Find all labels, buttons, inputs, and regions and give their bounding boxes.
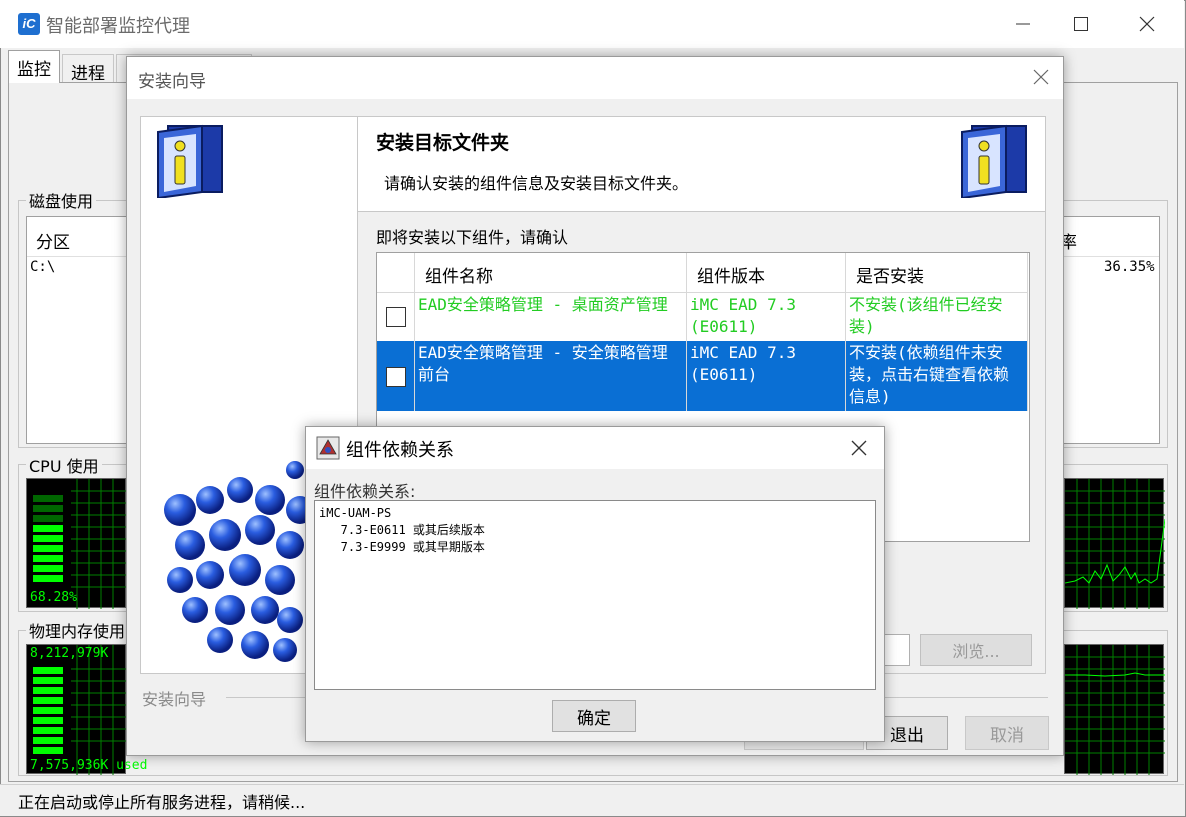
dependency-close-button[interactable] bbox=[842, 432, 876, 464]
dependency-textarea[interactable]: iMC-UAM-PS 7.3-E0611 或其后续版本 7.3-E9999 或其… bbox=[314, 500, 876, 690]
column-header-name[interactable]: 组件名称 bbox=[415, 253, 687, 293]
java-app-icon bbox=[316, 436, 340, 460]
component-version: iMC EAD 7.3 (E0611) bbox=[687, 293, 846, 341]
cancel-button[interactable]: 取消 bbox=[965, 716, 1049, 750]
info-book-icon bbox=[157, 124, 223, 198]
ok-button[interactable]: 确定 bbox=[552, 700, 636, 732]
memory-usage-label: 物理内存使用 bbox=[26, 618, 129, 642]
disk-row-partition[interactable]: C:\ bbox=[30, 259, 55, 275]
dependency-label: 组件依赖关系: bbox=[314, 482, 416, 501]
browse-button[interactable]: 浏览... bbox=[920, 634, 1032, 666]
app-logo-icon: iC bbox=[18, 13, 40, 35]
memory-used: 7,575,936K used bbox=[30, 758, 148, 773]
tab-monitor[interactable]: 监控 bbox=[8, 50, 60, 83]
cpu-usage-meter bbox=[26, 478, 127, 609]
cpu-history-chart bbox=[1064, 479, 1166, 609]
disk-row-rate: 36.35% bbox=[1104, 259, 1155, 275]
row-checkbox[interactable] bbox=[386, 307, 406, 327]
confirm-components-label: 即将安装以下组件，请确认 bbox=[376, 228, 569, 247]
minimize-icon bbox=[1016, 23, 1030, 25]
column-header-install[interactable]: 是否安装 bbox=[846, 253, 1028, 293]
component-version: iMC EAD 7.3 (E0611) bbox=[687, 341, 846, 411]
component-name: EAD安全策略管理 - 安全策略管理前台 bbox=[415, 341, 687, 411]
wizard-header-title: 安装目标文件夹 bbox=[376, 132, 510, 154]
cpu-usage-percent: 68.28% bbox=[30, 590, 77, 605]
cpu-history-graph bbox=[1064, 478, 1166, 609]
memory-usage-meter bbox=[26, 644, 127, 775]
memory-grid bbox=[33, 645, 127, 775]
close-icon bbox=[1033, 69, 1049, 85]
cpu-usage-label: CPU 使用 bbox=[26, 453, 102, 477]
component-name: EAD安全策略管理 - 桌面资产管理 bbox=[415, 293, 687, 341]
disk-column-partition[interactable]: 分区 bbox=[36, 228, 70, 253]
memory-total: 8,212,979K bbox=[30, 646, 109, 661]
close-icon bbox=[851, 440, 867, 456]
memory-history-chart bbox=[1065, 645, 1165, 775]
info-book-icon bbox=[961, 124, 1027, 198]
wizard-titlebar bbox=[127, 57, 1063, 99]
maximize-icon bbox=[1074, 17, 1088, 31]
wizard-footer-label: 安装向导 bbox=[142, 690, 207, 709]
close-icon bbox=[1139, 16, 1155, 32]
wizard-title: 安装向导 bbox=[138, 72, 206, 92]
table-row-selected[interactable]: EAD安全策略管理 - 安全策略管理前台 iMC EAD 7.3 (E0611)… bbox=[377, 341, 1028, 411]
wizard-close-button[interactable] bbox=[1024, 60, 1058, 94]
close-window-button[interactable] bbox=[1118, 0, 1176, 48]
row-checkbox-cell[interactable] bbox=[377, 293, 415, 341]
tab-process[interactable]: 进程 bbox=[62, 54, 114, 84]
dependency-dialog-title: 组件依赖关系 bbox=[346, 440, 454, 461]
window-title: 智能部署监控代理 bbox=[46, 16, 190, 37]
wizard-header-subtitle: 请确认安装的组件信息及安装目标文件夹。 bbox=[384, 174, 689, 193]
row-checkbox[interactable] bbox=[386, 367, 406, 387]
component-install-status: 不安装(该组件已经安装) bbox=[846, 293, 1028, 341]
maximize-button[interactable] bbox=[1052, 0, 1110, 48]
memory-history-graph bbox=[1064, 644, 1165, 775]
disk-usage-label: 磁盘使用 bbox=[26, 188, 97, 212]
status-text: 正在启动或停止所有服务进程，请稍候... bbox=[18, 793, 306, 812]
minimize-button[interactable] bbox=[994, 0, 1052, 48]
row-checkbox-cell[interactable] bbox=[377, 341, 415, 411]
column-header-checkbox bbox=[377, 253, 415, 293]
component-install-status: 不安装(依赖组件未安装，点击右键查看依赖信息) bbox=[846, 341, 1028, 411]
column-header-version[interactable]: 组件版本 bbox=[687, 253, 846, 293]
table-row[interactable]: EAD安全策略管理 - 桌面资产管理 iMC EAD 7.3 (E0611) 不… bbox=[377, 293, 1028, 341]
